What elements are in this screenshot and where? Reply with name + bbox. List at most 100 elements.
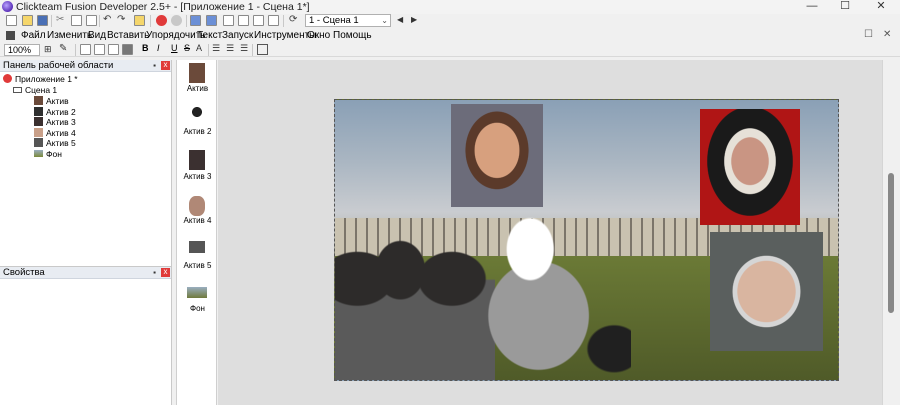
frame-icon bbox=[13, 87, 22, 93]
event-editor-icon[interactable] bbox=[238, 15, 249, 26]
toolbar-separator bbox=[51, 15, 52, 27]
tree-app-label: Приложение 1 * bbox=[15, 74, 78, 84]
zoom-select[interactable]: 100% bbox=[4, 44, 40, 56]
frame-editor-icon[interactable] bbox=[223, 15, 234, 26]
active-object-face[interactable] bbox=[451, 104, 543, 207]
tree-app[interactable]: Приложение 1 * bbox=[3, 74, 78, 85]
open-folder-icon[interactable] bbox=[22, 15, 33, 26]
help-icon[interactable] bbox=[134, 15, 145, 26]
object-label: Актив 3 bbox=[183, 172, 212, 181]
scene-canvas[interactable] bbox=[334, 99, 839, 381]
active-object-icon bbox=[34, 128, 43, 137]
window-title: Clickteam Fusion Developer 2.5+ - [Прило… bbox=[16, 1, 310, 13]
object-thumbnail[interactable] bbox=[189, 196, 205, 216]
copy-icon[interactable] bbox=[71, 15, 82, 26]
tree-object[interactable]: Актив 5 bbox=[34, 138, 76, 149]
object-thumbnail[interactable] bbox=[187, 287, 207, 298]
paste-icon[interactable] bbox=[86, 15, 97, 26]
object-thumbnail[interactable] bbox=[189, 241, 205, 253]
stop-icon[interactable] bbox=[171, 15, 182, 26]
active-object-portrait[interactable] bbox=[700, 109, 800, 225]
toggle-grid-icon[interactable]: ⊞ bbox=[44, 44, 52, 55]
save-icon[interactable] bbox=[37, 15, 48, 26]
font-color-icon[interactable]: A bbox=[196, 43, 202, 53]
backdrop-icon bbox=[34, 150, 43, 157]
storyboard-editor-icon[interactable] bbox=[190, 15, 201, 26]
object-label: Актив 4 bbox=[183, 216, 212, 225]
object-label: Актив bbox=[186, 84, 209, 93]
tree-object-label: Актив 5 bbox=[46, 138, 76, 148]
close-child-icon[interactable]: ✕ bbox=[883, 29, 891, 40]
system-menu-icon[interactable] bbox=[6, 31, 15, 40]
scrollbar-thumb[interactable] bbox=[888, 173, 894, 313]
pin-icon[interactable]: ▪ bbox=[150, 61, 159, 70]
object-thumbnail[interactable] bbox=[189, 63, 205, 83]
run-application-icon[interactable] bbox=[156, 15, 167, 26]
active-object-character[interactable] bbox=[463, 216, 631, 380]
snap-icon[interactable]: ✎ bbox=[59, 43, 67, 54]
vertical-scrollbar[interactable] bbox=[882, 60, 900, 405]
maximize-button[interactable]: ☐ bbox=[830, 0, 860, 14]
close-icon[interactable]: x bbox=[161, 268, 170, 277]
toolbar-separator bbox=[252, 44, 253, 56]
active-object-icon bbox=[34, 138, 43, 147]
tree-object-label: Актив bbox=[46, 96, 69, 106]
prev-frame-icon[interactable]: ◀ bbox=[397, 15, 403, 24]
fit-icon[interactable] bbox=[257, 44, 268, 55]
align-icon[interactable] bbox=[80, 44, 91, 55]
redo-icon[interactable]: ↷ bbox=[117, 14, 125, 25]
layer-icon[interactable] bbox=[94, 44, 105, 55]
strike-button[interactable]: S bbox=[184, 43, 190, 53]
text-color-icon[interactable] bbox=[122, 44, 133, 55]
frame-editor[interactable] bbox=[218, 60, 882, 405]
object-thumbnail[interactable] bbox=[189, 106, 205, 126]
toolbar-separator bbox=[99, 15, 100, 27]
new-file-icon[interactable] bbox=[6, 15, 17, 26]
tree-object[interactable]: Актив 3 bbox=[34, 117, 76, 128]
application-icon bbox=[3, 74, 12, 83]
menu-text[interactable]: Текст bbox=[197, 28, 222, 43]
cut-icon[interactable]: ✂ bbox=[56, 14, 64, 25]
event-list-icon[interactable] bbox=[206, 15, 217, 26]
frame-icon: ⟳ bbox=[289, 14, 298, 25]
tree-object[interactable]: Актив 2 bbox=[34, 107, 76, 118]
next-frame-icon[interactable]: ▶ bbox=[411, 15, 417, 24]
tree-object[interactable]: Актив bbox=[34, 96, 69, 107]
align-right-icon[interactable]: ☰ bbox=[240, 43, 248, 54]
close-button[interactable]: ✕ bbox=[866, 0, 896, 14]
menu-help[interactable]: Помощь bbox=[333, 28, 372, 43]
tree-object[interactable]: Актив 4 bbox=[34, 128, 76, 139]
undo-icon[interactable]: ↶ bbox=[103, 14, 111, 25]
minimize-button[interactable]: — bbox=[797, 0, 827, 14]
frame-list-icon[interactable] bbox=[268, 15, 279, 26]
frame-select[interactable]: 1 - Сцена 1 ⌄ bbox=[305, 14, 391, 27]
menu-edit[interactable]: Изменить bbox=[47, 28, 92, 43]
underline-button[interactable]: U bbox=[171, 43, 178, 53]
format-toolbar: 100% ⊞ ✎ B I U S A ☰ ☰ ☰ bbox=[0, 43, 900, 57]
group-icon[interactable] bbox=[108, 44, 119, 55]
align-center-icon[interactable]: ☰ bbox=[226, 43, 234, 54]
toolbar-separator bbox=[150, 15, 151, 27]
pin-icon[interactable]: ▪ bbox=[150, 268, 159, 277]
menu-insert[interactable]: Вставить bbox=[107, 28, 149, 43]
menu-file[interactable]: Файл bbox=[21, 28, 46, 43]
data-elements-icon[interactable] bbox=[253, 15, 264, 26]
properties-panel: Свойства ▪ x bbox=[0, 266, 172, 405]
object-thumbnail[interactable] bbox=[189, 150, 205, 170]
align-left-icon[interactable]: ☰ bbox=[212, 43, 220, 54]
active-object-face-2[interactable] bbox=[710, 232, 823, 351]
tree-frame[interactable]: Сцена 1 bbox=[13, 85, 57, 96]
bold-button[interactable]: B bbox=[142, 43, 149, 53]
toolbar-separator bbox=[283, 15, 284, 27]
menu-window[interactable]: Окно bbox=[307, 28, 330, 43]
close-icon[interactable]: x bbox=[161, 61, 170, 70]
restore-child-icon[interactable]: ☐ bbox=[864, 29, 873, 40]
chevron-down-icon: ⌄ bbox=[381, 16, 388, 25]
menu-view[interactable]: Вид bbox=[88, 28, 106, 43]
object-label: Актив 5 bbox=[183, 261, 212, 270]
italic-button[interactable]: I bbox=[157, 43, 160, 53]
toolbar-separator bbox=[208, 44, 209, 56]
menu-run[interactable]: Запуск bbox=[222, 28, 253, 43]
tree-object-label: Актив 3 bbox=[46, 117, 76, 127]
tree-object[interactable]: Фон bbox=[34, 149, 62, 160]
